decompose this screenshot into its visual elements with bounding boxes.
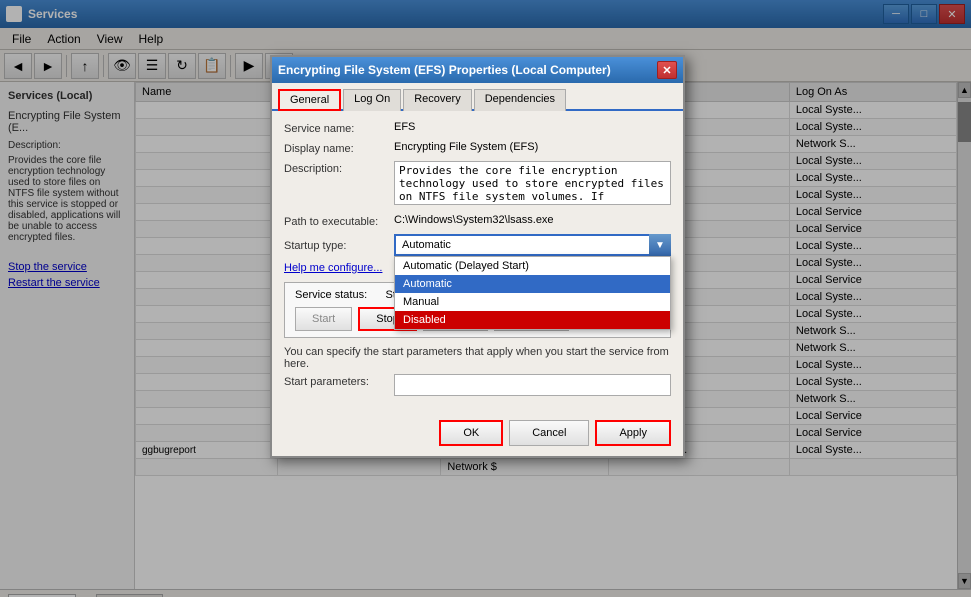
params-row: Start parameters: bbox=[284, 374, 671, 396]
tab-general[interactable]: General bbox=[278, 89, 341, 111]
startup-select-container: Automatic ▼ Automatic (Delayed Start) Au… bbox=[394, 234, 671, 256]
startup-dropdown-menu: Automatic (Delayed Start) Automatic Manu… bbox=[394, 256, 671, 330]
description-row: Description: Provides the core file encr… bbox=[284, 161, 671, 208]
cancel-button[interactable]: Cancel bbox=[509, 420, 589, 446]
display-name-label: Display name: bbox=[284, 141, 394, 155]
start-button[interactable]: Start bbox=[295, 307, 352, 331]
ok-button[interactable]: OK bbox=[439, 420, 503, 446]
description-box: Provides the core file encryption techno… bbox=[394, 161, 671, 208]
description-label: Description: bbox=[284, 161, 394, 175]
startup-type-label: Startup type: bbox=[284, 238, 394, 252]
dialog-content: Service name: EFS Display name: Encrypti… bbox=[272, 111, 683, 414]
apply-button[interactable]: Apply bbox=[595, 420, 671, 446]
dialog-close-button[interactable]: ✕ bbox=[657, 61, 677, 79]
service-name-label: Service name: bbox=[284, 121, 394, 135]
params-description: You can specify the start parameters tha… bbox=[284, 346, 671, 370]
option-auto-delayed[interactable]: Automatic (Delayed Start) bbox=[395, 257, 670, 275]
tab-logon[interactable]: Log On bbox=[343, 89, 401, 111]
path-label: Path to executable: bbox=[284, 214, 394, 228]
startup-type-display[interactable]: Automatic bbox=[394, 234, 671, 256]
params-section: You can specify the start parameters tha… bbox=[284, 346, 671, 396]
dialog-titlebar: Encrypting File System (EFS) Properties … bbox=[272, 57, 683, 83]
tab-recovery[interactable]: Recovery bbox=[403, 89, 471, 111]
main-window: ⚙ Services ─ □ ✕ File Action View Help ◄… bbox=[0, 0, 971, 597]
service-status-label: Service status: bbox=[295, 289, 367, 301]
params-input-label: Start parameters: bbox=[284, 374, 394, 388]
option-disabled[interactable]: Disabled bbox=[395, 311, 670, 329]
path-value: C:\Windows\System32\lsass.exe bbox=[394, 214, 554, 226]
dialog-footer: OK Cancel Apply bbox=[272, 414, 683, 456]
display-name-value: Encrypting File System (EFS) bbox=[394, 141, 538, 153]
option-automatic[interactable]: Automatic bbox=[395, 275, 670, 293]
dialog-tabs: General Log On Recovery Dependencies bbox=[272, 83, 683, 111]
dialog-title: Encrypting File System (EFS) Properties … bbox=[278, 63, 611, 77]
path-container: C:\Windows\System32\lsass.exe bbox=[394, 214, 554, 226]
display-name-row: Display name: Encrypting File System (EF… bbox=[284, 141, 671, 155]
tab-dependencies[interactable]: Dependencies bbox=[474, 89, 566, 111]
description-textarea[interactable]: Provides the core file encryption techno… bbox=[394, 161, 671, 205]
service-name-value: EFS bbox=[394, 121, 415, 133]
properties-dialog: Encrypting File System (EFS) Properties … bbox=[270, 55, 685, 458]
option-manual[interactable]: Manual bbox=[395, 293, 670, 311]
params-input[interactable] bbox=[394, 374, 671, 396]
startup-dropdown-arrow[interactable]: ▼ bbox=[649, 234, 671, 256]
startup-type-row: Startup type: Automatic ▼ Automatic (Del… bbox=[284, 234, 671, 256]
path-row: Path to executable: C:\Windows\System32\… bbox=[284, 214, 671, 228]
service-name-row: Service name: EFS bbox=[284, 121, 671, 135]
